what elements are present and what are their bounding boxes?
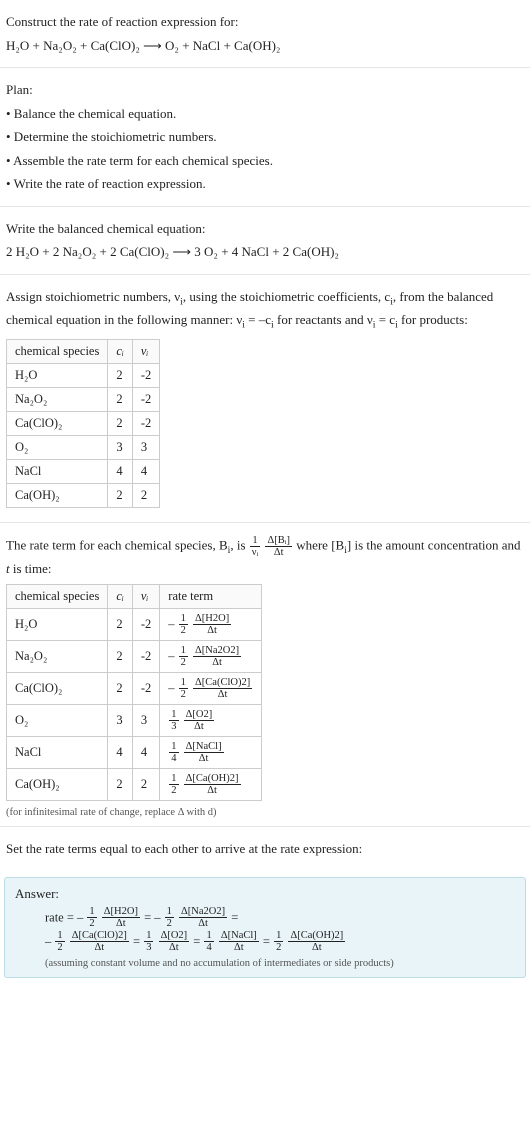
col-rate-term: rate term xyxy=(160,585,262,609)
table-row: H₂O2-2 – 12 Δ[H2O]Δt xyxy=(7,609,262,641)
rate-term-cell: – 12 Δ[H2O]Δt xyxy=(160,609,262,641)
table-header-row: chemical species cᵢ νᵢ xyxy=(7,339,160,363)
table-row: Ca(OH)₂22 xyxy=(7,483,160,507)
table-row: Ca(ClO)₂2-2 xyxy=(7,411,160,435)
table-row: Ca(OH)₂22 12 Δ[Ca(OH)2]Δt xyxy=(7,769,262,801)
rate-intro-d: ] is the amount concentration and xyxy=(347,537,521,552)
answer-expression: rate = – 12 Δ[H2O]Δt = – 12 Δ[Na2O2]Δt =… xyxy=(45,906,515,954)
col-ci: cᵢ xyxy=(108,339,133,363)
stoich-text-g: for products: xyxy=(398,312,468,327)
stoich-text-b: , using the stoichiometric coefficients,… xyxy=(183,289,390,304)
intro-section: Construct the rate of reaction expressio… xyxy=(0,0,530,68)
answer-note: (assuming constant volume and no accumul… xyxy=(45,958,515,969)
plan-bullet-1: • Balance the chemical equation. xyxy=(6,104,524,124)
set-equal-section: Set the rate terms equal to each other t… xyxy=(0,827,530,871)
col-vi: νᵢ xyxy=(132,339,159,363)
rate-intro-line: The rate term for each chemical species,… xyxy=(6,535,524,578)
col-species: chemical species xyxy=(7,585,108,609)
rate-term-cell: 14 Δ[NaCl]Δt xyxy=(160,737,262,769)
answer-box: Answer: rate = – 12 Δ[H2O]Δt = – 12 Δ[Na… xyxy=(4,877,526,978)
table-row: NaCl44 xyxy=(7,459,160,483)
balanced-intro: Write the balanced chemical equation: xyxy=(6,219,524,239)
rate-frac-1: 1νᵢ xyxy=(250,535,260,558)
col-species: chemical species xyxy=(7,339,108,363)
stoich-section: Assign stoichiometric numbers, νi, using… xyxy=(0,275,530,523)
table-row: H₂O2-2 xyxy=(7,363,160,387)
rate-term-cell: – 12 Δ[Ca(ClO)2]Δt xyxy=(160,673,262,705)
plan-header: Plan: xyxy=(6,80,524,100)
stoich-text-f: = c xyxy=(375,312,395,327)
balanced-section: Write the balanced chemical equation: 2 … xyxy=(0,207,530,275)
rate-term-section: The rate term for each chemical species,… xyxy=(0,523,530,827)
plan-bullet-3: • Assemble the rate term for each chemic… xyxy=(6,151,524,171)
rate-intro-c: where [B xyxy=(296,537,344,552)
rate-frac-2: Δ[Bᵢ]Δt xyxy=(265,535,291,558)
intro-line: Construct the rate of reaction expressio… xyxy=(6,12,524,32)
table-row: NaCl44 14 Δ[NaCl]Δt xyxy=(7,737,262,769)
rate-term-table: chemical species cᵢ νᵢ rate term H₂O2-2 … xyxy=(6,584,262,801)
stoich-text-a: Assign stoichiometric numbers, ν xyxy=(6,289,180,304)
stoich-intro: Assign stoichiometric numbers, νi, using… xyxy=(6,287,524,333)
rate-intro-f: is time: xyxy=(10,561,52,576)
col-vi: νᵢ xyxy=(132,585,159,609)
unbalanced-equation: H₂O + Na₂O₂ + Ca(ClO)₂ ⟶ O₂ + NaCl + Ca(… xyxy=(6,36,524,56)
table-row: Na₂O₂2-2 – 12 Δ[Na2O2]Δt xyxy=(7,641,262,673)
answer-label: Answer: xyxy=(15,886,515,902)
plan-bullet-2: • Determine the stoichiometric numbers. xyxy=(6,127,524,147)
stoich-table: chemical species cᵢ νᵢ H₂O2-2 Na₂O₂2-2 C… xyxy=(6,339,160,508)
rate-term-cell: 12 Δ[Ca(OH)2]Δt xyxy=(160,769,262,801)
set-equal-text: Set the rate terms equal to each other t… xyxy=(6,839,524,859)
stoich-text-e: for reactants and ν xyxy=(274,312,373,327)
balanced-equation: 2 H₂O + 2 Na₂O₂ + 2 Ca(ClO)₂ ⟶ 3 O₂ + 4 … xyxy=(6,242,524,262)
table-row: Na₂O₂2-2 xyxy=(7,387,160,411)
plan-section: Plan: • Balance the chemical equation. •… xyxy=(0,68,530,207)
infinitesimal-note: (for infinitesimal rate of change, repla… xyxy=(6,807,524,818)
table-row: O₂33 13 Δ[O2]Δt xyxy=(7,705,262,737)
rate-intro-a: The rate term for each chemical species,… xyxy=(6,537,228,552)
col-ci: cᵢ xyxy=(108,585,133,609)
stoich-text-d: = –c xyxy=(245,312,271,327)
table-header-row: chemical species cᵢ νᵢ rate term xyxy=(7,585,262,609)
table-row: Ca(ClO)₂2-2 – 12 Δ[Ca(ClO)2]Δt xyxy=(7,673,262,705)
rate-term-cell: – 12 Δ[Na2O2]Δt xyxy=(160,641,262,673)
plan-bullet-4: • Write the rate of reaction expression. xyxy=(6,174,524,194)
rate-term-cell: 13 Δ[O2]Δt xyxy=(160,705,262,737)
rate-intro-b: , is xyxy=(230,537,248,552)
table-row: O₂33 xyxy=(7,435,160,459)
